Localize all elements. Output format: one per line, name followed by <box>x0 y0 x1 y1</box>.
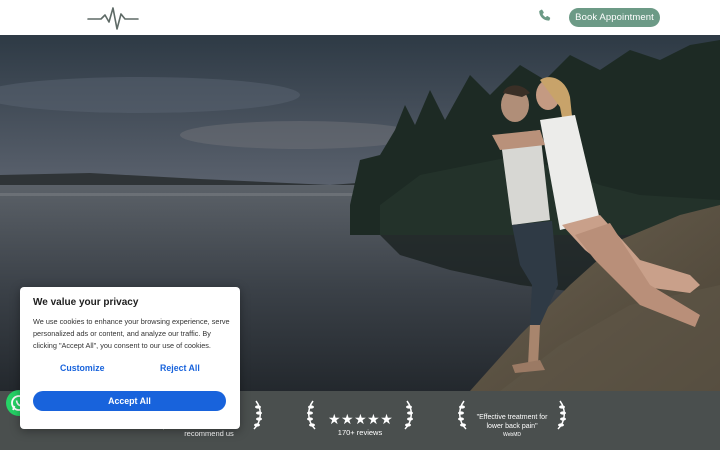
cookie-consent-dialog: We value your privacy We use cookies to … <box>20 287 240 429</box>
reject-all-button[interactable]: Reject All <box>160 363 200 373</box>
badge1-text: recommend us <box>184 429 234 438</box>
book-appointment-button[interactable]: Book Appointment <box>569 8 660 27</box>
laurel-left-icon <box>458 400 467 430</box>
customize-button[interactable]: Customize <box>60 363 104 373</box>
heartbeat-icon[interactable] <box>87 5 139 31</box>
page: Book Appointment recommend us ★★★★★ 170+… <box>0 0 720 450</box>
laurel-left-icon <box>307 400 316 430</box>
review-count: 170+ reviews <box>337 428 383 437</box>
cookie-description: We use cookies to enhance your browsing … <box>33 317 230 350</box>
cookie-title: We value your privacy <box>33 297 139 308</box>
laurel-right-icon <box>253 400 262 430</box>
review-badge-stars: ★★★★★ 170+ reviews <box>320 399 400 439</box>
accept-all-button[interactable]: Accept All <box>33 391 226 411</box>
laurel-right-icon <box>557 400 566 430</box>
rating-stars-icon: ★★★★★ <box>328 411 394 427</box>
quote-source: WebMD <box>503 432 521 438</box>
quote-text: "Effective treatment for lower back pain… <box>476 414 548 430</box>
site-header: Book Appointment <box>0 0 720 35</box>
laurel-right-icon <box>404 400 413 430</box>
review-badge-quote: "Effective treatment for lower back pain… <box>470 399 554 439</box>
phone-icon[interactable] <box>537 8 553 24</box>
